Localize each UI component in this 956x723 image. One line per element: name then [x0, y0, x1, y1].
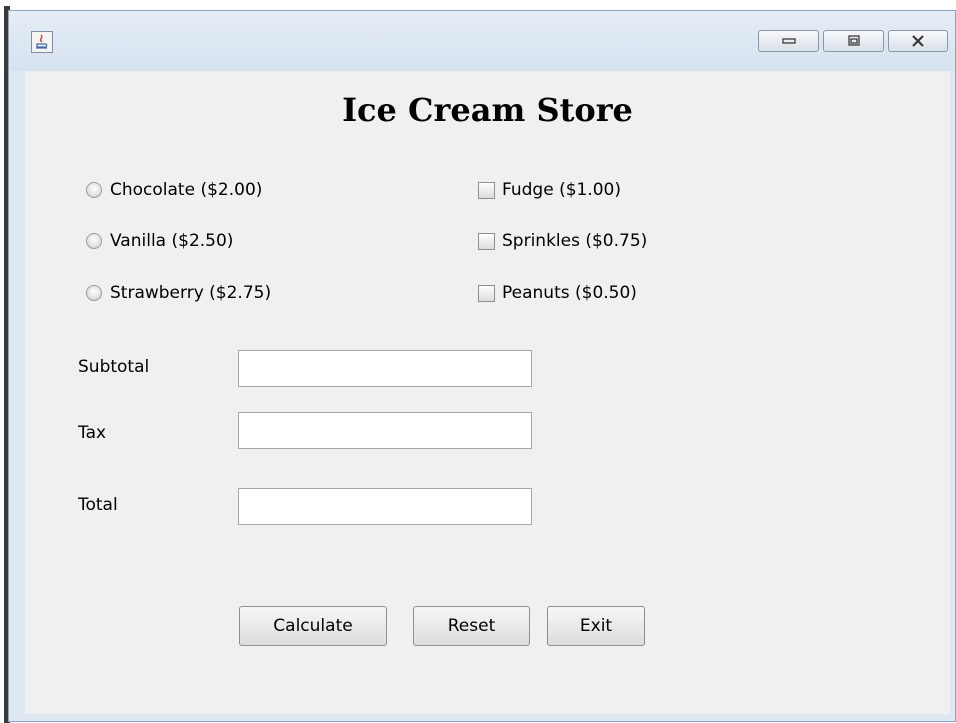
checkbox-label: Fudge ($1.00): [502, 180, 621, 200]
radio-label: Vanilla ($2.50): [110, 231, 234, 251]
title-bar[interactable]: [9, 11, 955, 71]
app-window: Ice Cream Store Chocolate ($2.00) Vanill…: [8, 10, 956, 722]
tax-field[interactable]: [238, 412, 532, 449]
checkbox-fudge[interactable]: Fudge ($1.00): [478, 178, 621, 202]
radio-label: Chocolate ($2.00): [110, 180, 263, 200]
checkbox-peanuts[interactable]: Peanuts ($0.50): [478, 281, 637, 305]
checkbox-sprinkles[interactable]: Sprinkles ($0.75): [478, 229, 647, 253]
radio-vanilla[interactable]: Vanilla ($2.50): [86, 229, 233, 253]
checkbox[interactable]: [478, 284, 495, 302]
close-icon: [912, 35, 924, 47]
close-button[interactable]: [888, 30, 948, 52]
minimize-icon: [781, 38, 796, 44]
page-title: Ice Cream Store: [342, 91, 633, 129]
checkbox-label: Sprinkles ($0.75): [502, 231, 648, 251]
radio-strawberry[interactable]: Strawberry ($2.75): [86, 281, 271, 305]
subtotal-field[interactable]: [238, 350, 532, 387]
exit-button[interactable]: Exit: [547, 606, 645, 646]
radio-button[interactable]: [86, 233, 102, 249]
main-panel: Ice Cream Store Chocolate ($2.00) Vanill…: [25, 71, 950, 714]
total-label: Total: [78, 495, 118, 515]
checkbox[interactable]: [478, 232, 495, 250]
maximize-button[interactable]: [823, 30, 884, 52]
radio-button[interactable]: [86, 182, 102, 198]
checkbox[interactable]: [478, 181, 495, 199]
minimize-button[interactable]: [758, 30, 819, 52]
subtotal-label: Subtotal: [78, 357, 150, 377]
radio-button[interactable]: [86, 285, 102, 301]
radio-label: Strawberry ($2.75): [110, 283, 272, 303]
maximize-icon: [847, 35, 860, 46]
calculate-button[interactable]: Calculate: [239, 606, 387, 646]
total-field[interactable]: [238, 488, 532, 525]
tax-label: Tax: [78, 423, 107, 443]
java-icon[interactable]: [31, 31, 53, 53]
radio-chocolate[interactable]: Chocolate ($2.00): [86, 178, 262, 202]
reset-button[interactable]: Reset: [413, 606, 530, 646]
checkbox-label: Peanuts ($0.50): [502, 283, 637, 303]
